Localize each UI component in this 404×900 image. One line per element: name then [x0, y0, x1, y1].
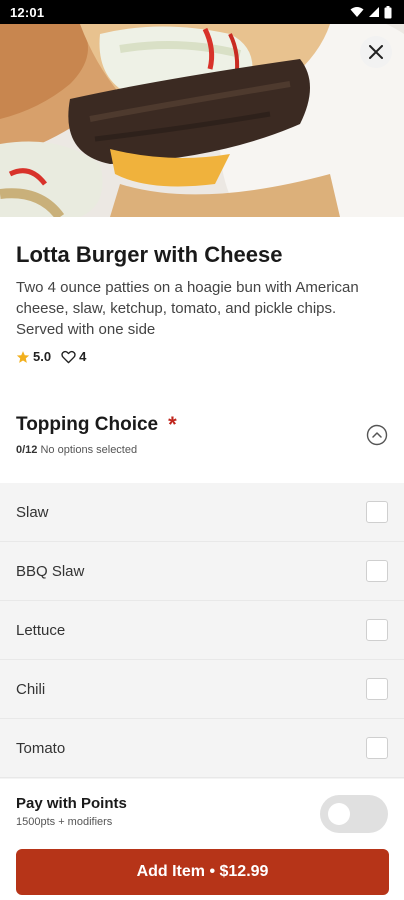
required-indicator: * [168, 412, 177, 437]
likes-group[interactable]: 4 [61, 349, 86, 364]
status-icons [350, 5, 392, 19]
close-icon [369, 45, 383, 59]
option-checkbox[interactable] [366, 619, 388, 641]
option-chili[interactable]: Chili [0, 660, 404, 719]
option-label: Tomato [16, 739, 66, 757]
close-button[interactable] [360, 36, 392, 68]
rating-value: 5.0 [33, 349, 52, 364]
option-slaw[interactable]: Slaw [0, 483, 404, 542]
heart-icon [61, 350, 76, 363]
option-label: Chili [16, 680, 46, 698]
option-label: Lettuce [16, 621, 66, 639]
topping-section-header[interactable]: Topping Choice * 0/12 No options selecte… [0, 400, 404, 482]
battery-icon [384, 5, 392, 18]
item-description: Two 4 ounce patties on a hoagie bun with… [16, 279, 359, 338]
likes-count: 4 [79, 349, 87, 364]
section-title: Topping Choice [16, 414, 159, 435]
toggle-knob [328, 803, 350, 825]
order-footer: Pay with Points 1500pts + modifiers Add … [0, 779, 404, 900]
option-checkbox[interactable] [366, 678, 388, 700]
rating-group: 5.0 [16, 349, 51, 364]
status-time: 12:01 [10, 4, 45, 20]
star-icon [16, 350, 30, 363]
status-bar: 12:01 [0, 0, 404, 24]
option-tomato[interactable]: Tomato [0, 719, 404, 778]
signal-icon [369, 7, 379, 17]
option-lettuce[interactable]: Lettuce [0, 601, 404, 660]
option-checkbox[interactable] [366, 501, 388, 523]
chevron-up-icon[interactable] [366, 424, 388, 446]
wifi-icon [350, 7, 364, 17]
selection-count: 0/12 [16, 444, 38, 456]
option-checkbox[interactable] [366, 560, 388, 582]
option-label: Slaw [16, 503, 49, 521]
section-subtitle: 0/12 No options selected [16, 444, 388, 456]
burger-photo [0, 24, 404, 217]
pay-with-points-row: Pay with Points 1500pts + modifiers [16, 795, 388, 835]
item-title: Lotta Burger with Cheese [16, 242, 283, 267]
section-title-row: Topping Choice * [16, 414, 388, 436]
topping-options-list: Slaw BBQ Slaw Lettuce Chili Tomato [0, 483, 404, 779]
item-meta: 5.0 4 [16, 349, 388, 364]
hero-image [0, 24, 404, 217]
selection-status: No options selected [40, 444, 138, 456]
item-info: Lotta Burger with Cheese Two 4 ounce pat… [0, 217, 404, 364]
points-toggle[interactable] [320, 795, 388, 833]
option-label: BBQ Slaw [16, 562, 85, 580]
add-item-button[interactable]: Add Item • $12.99 [16, 849, 389, 895]
option-checkbox[interactable] [366, 737, 388, 759]
option-bbq-slaw[interactable]: BBQ Slaw [0, 542, 404, 601]
